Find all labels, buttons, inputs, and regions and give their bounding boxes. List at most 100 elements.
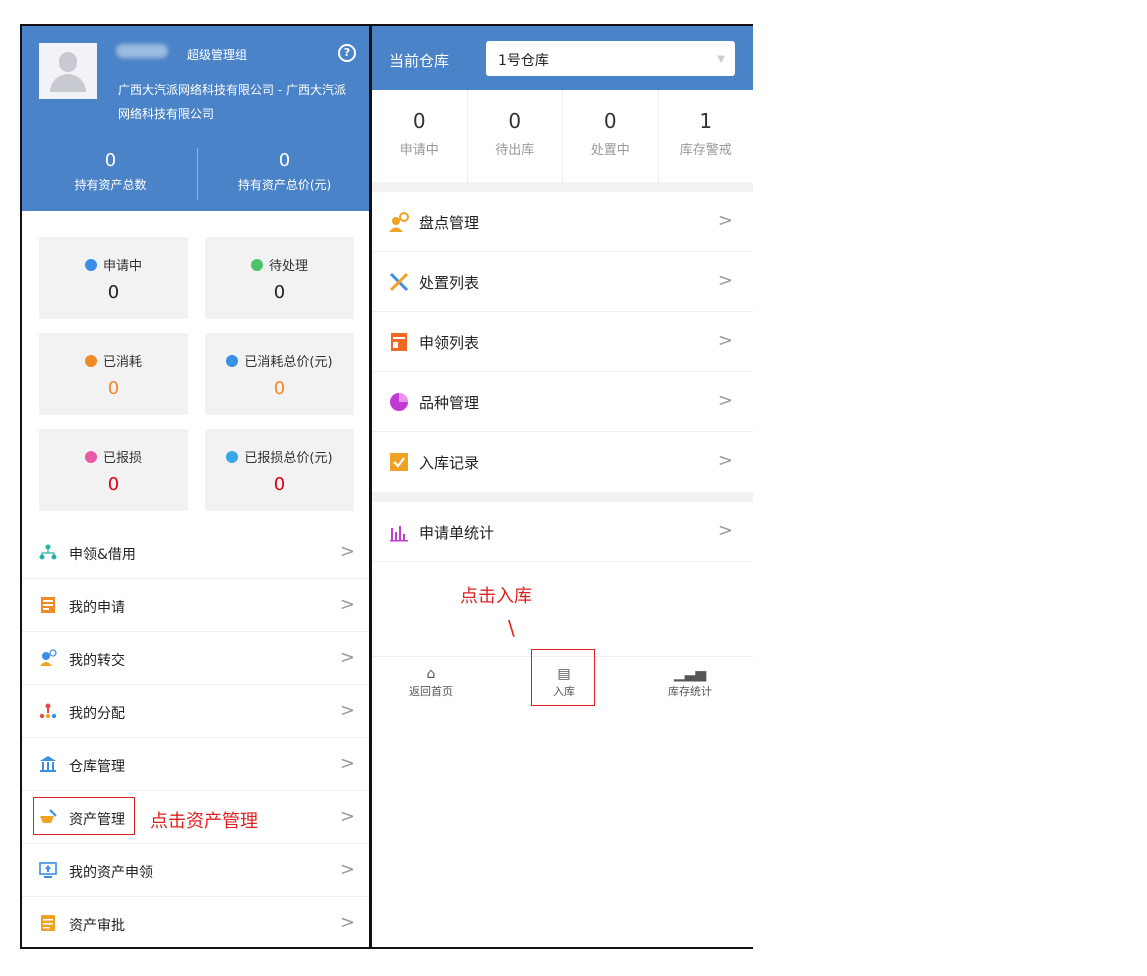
total-value-value: 0 [278,150,291,171]
inventory-check-icon [389,212,409,232]
user-transfer-icon [40,649,57,666]
count-applying[interactable]: 0 申请中 [372,90,468,182]
tab-home[interactable]: ⌂ 返回首页 [381,665,481,699]
menu-label: 我的申请 [69,600,125,616]
menu-item-my-allocation[interactable]: 我的分配 > [22,685,369,738]
menu-item-claim-list[interactable]: 申领列表 > [372,312,753,372]
warehouse-select-value: 1号仓库 [498,53,549,69]
count-value: 1 [699,109,713,133]
tab-label: 库存统计 [668,685,712,698]
chevron-right-icon: > [339,753,355,774]
menu-label: 申领列表 [419,334,480,352]
section-gap [372,182,753,192]
chevron-right-icon: > [717,390,733,411]
total-assets-value: 0 [104,150,117,171]
menu-label: 盘点管理 [419,214,480,232]
card-label: 已消耗 [102,355,142,370]
hierarchy-icon [39,703,57,719]
menu-item-apply-borrow[interactable]: 申领&借用 > [22,526,369,579]
warehouse-icon [40,756,56,772]
card-value: 0 [273,378,286,399]
user-role: 超级管理组 [187,48,248,62]
chevron-right-icon: > [339,912,355,933]
chevron-right-icon: > [339,859,355,880]
chevron-right-icon: > [339,700,355,721]
card-value: 0 [273,282,286,303]
count-value: 0 [412,109,426,133]
left-panel: 超级管理组 ? 广西大汽派网络科技有限公司 - 广西大汽派网络科技有限公司 0 … [22,26,369,947]
chevron-right-icon: > [717,330,733,351]
menu-label: 入库记录 [419,454,480,472]
highlight-stock-in-tab [531,649,595,706]
chevron-right-icon: > [717,450,733,471]
menu-label: 申请单统计 [419,524,495,542]
count-disposing[interactable]: 0 处置中 [563,90,659,182]
count-label: 待出库 [495,143,535,158]
menu-label: 我的转交 [69,653,125,669]
menu-item-disposal-list[interactable]: 处置列表 > [372,252,753,312]
count-value: 0 [603,109,617,133]
menu-label: 品种管理 [419,394,480,412]
tab-stock-stats[interactable]: ▁▃▅ 库存统计 [640,665,740,699]
form-icon [391,333,407,351]
total-assets-label: 持有资产总数 [74,178,147,192]
section-gap [372,492,753,502]
card-consumed-total[interactable]: 已消耗总价(元) 0 [205,333,354,415]
menu-label: 我的分配 [69,706,125,722]
menu-item-application-stats[interactable]: 申请单统计 > [372,502,753,562]
menu-item-stock-in-records[interactable]: 入库记录 > [372,432,753,492]
pending-icon [250,258,263,271]
annotation-click-stock-in: 点击入库 [460,586,532,607]
chevron-right-icon: > [339,806,355,827]
total-value-stat[interactable]: 0 持有资产总价(元) [198,150,369,193]
chevron-right-icon: > [717,270,733,291]
card-value: 0 [107,474,120,495]
card-label: 待处理 [268,259,308,274]
total-value-label: 持有资产总价(元) [237,178,332,192]
help-icon[interactable]: ? [338,44,356,62]
count-label: 申请中 [399,143,439,158]
total-assets-stat[interactable]: 0 持有资产总数 [24,150,197,193]
card-value: 0 [107,282,120,303]
application-icon [84,258,97,271]
menu-item-warehouse[interactable]: 仓库管理 > [22,738,369,791]
avatar[interactable] [39,43,97,99]
annotation-pointer: \ [508,616,515,640]
card-consumed[interactable]: 已消耗 0 [39,333,188,415]
checkbox-icon [390,453,408,471]
form-icon [41,597,55,613]
count-to-dispatch[interactable]: 0 待出库 [468,90,563,182]
menu-item-my-applications[interactable]: 我的申请 > [22,579,369,632]
annotation-click-asset-management: 点击资产管理 [150,811,258,832]
menu-item-my-transfers[interactable]: 我的转交 > [22,632,369,685]
count-value: 0 [508,109,522,133]
card-value: 0 [273,474,286,495]
card-value: 0 [107,378,120,399]
warehouse-counts: 0 申请中 0 待出库 0 处置中 1 库存警戒 [372,90,753,182]
highlight-asset-management [33,797,135,835]
pie-icon [390,393,408,411]
card-damaged-total[interactable]: 已报损总价(元) 0 [205,429,354,511]
count-stock-alert[interactable]: 1 库存警戒 [659,90,754,182]
menu-item-my-asset-claims[interactable]: 我的资产申领 > [22,844,369,897]
chevron-right-icon: > [339,541,355,562]
menu-label: 申领&借用 [69,547,136,563]
card-label: 已消耗总价(元) [244,355,333,370]
consumed-icon [84,354,97,367]
card-applying[interactable]: 申请中 0 [39,237,188,319]
warehouse-select[interactable]: 1号仓库 ▼ [486,41,735,76]
menu-item-category-management[interactable]: 品种管理 > [372,372,753,432]
profile-header: 超级管理组 ? 广西大汽派网络科技有限公司 - 广西大汽派网络科技有限公司 0 … [22,26,369,211]
count-label: 库存警戒 [679,143,732,158]
menu-label: 资产审批 [69,918,125,934]
company-name: 广西大汽派网络科技有限公司 - 广西大汽派网络科技有限公司 [118,83,346,121]
menu-item-asset-approval[interactable]: 资产审批 > [22,897,369,947]
card-damaged[interactable]: 已报损 0 [39,429,188,511]
user-name-blurred [116,44,168,58]
card-label: 已报损总价(元) [244,451,333,466]
card-pending[interactable]: 待处理 0 [205,237,354,319]
menu-label: 仓库管理 [69,759,125,775]
chevron-down-icon: ▼ [717,54,725,65]
chevron-right-icon: > [339,647,355,668]
menu-item-inventory-check[interactable]: 盘点管理 > [372,192,753,252]
